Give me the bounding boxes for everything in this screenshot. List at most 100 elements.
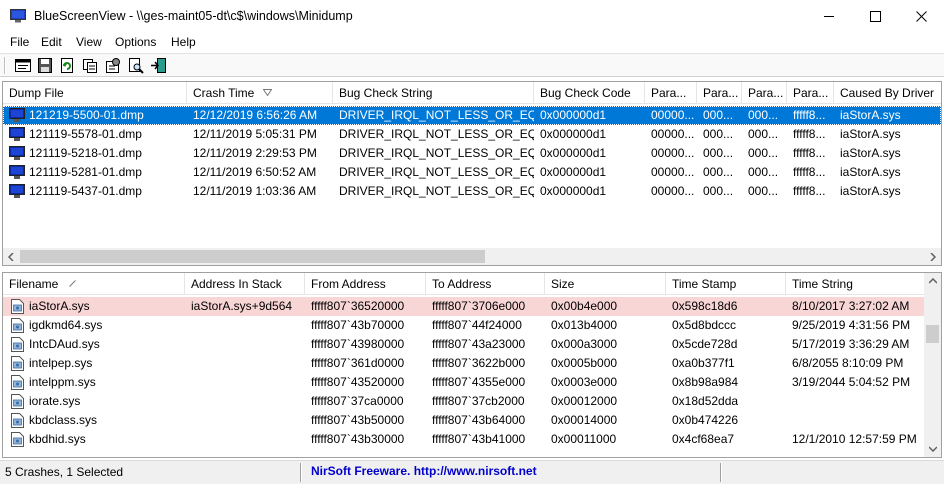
advanced-options-icon[interactable]: [104, 57, 122, 74]
cell-parameter-1: 00000...: [651, 184, 695, 198]
column-header-parameter-3[interactable]: Para...: [742, 82, 787, 104]
column-header-parameter-1[interactable]: Para...: [645, 82, 697, 104]
cell-parameter-3: 000...: [748, 184, 779, 198]
cell-time-stamp: 0x4cf68ea7: [672, 432, 735, 446]
cell-filename: kbdclass.sys: [29, 413, 98, 427]
cell-dump-file: 121119-5437-01.dmp: [29, 184, 142, 198]
driver-row[interactable]: intelpep.sys fffff807`361d0000 fffff807`36…: [3, 354, 926, 373]
driver-row[interactable]: kbdhid.sys fffff807`43b30000 fffff807`43b4…: [3, 430, 926, 449]
minimize-button[interactable]: [806, 0, 852, 32]
column-header-parameter-2[interactable]: Para...: [697, 82, 742, 104]
menu-help[interactable]: Help: [171, 35, 196, 49]
cell-time-stamp: 0x5cde728d: [672, 337, 738, 351]
cell-crash-time: 12/11/2019 5:05:31 PM: [193, 127, 317, 141]
driver-list-scroll-thumb[interactable]: [926, 325, 939, 343]
cell-address-in-stack: [187, 354, 305, 373]
driver-list-header: Filename Address In Stack From Address T…: [3, 273, 926, 295]
cell-filename: iaStorA.sys: [29, 299, 90, 313]
menu-edit[interactable]: Edit: [41, 35, 62, 49]
nirsoft-link[interactable]: NirSoft Freeware. http://www.nirsoft.net: [311, 464, 537, 478]
driver-list-vertical-scrollbar[interactable]: [924, 273, 941, 457]
crash-list-scroll-thumb[interactable]: [20, 250, 485, 263]
crash-list[interactable]: Dump File Crash Time Bug Check String Bu…: [2, 81, 942, 266]
cell-filename: IntcDAud.sys: [29, 337, 100, 351]
column-header-to-address[interactable]: To Address: [426, 273, 545, 295]
toolbar-grip: [4, 57, 6, 74]
cell-size: 0x0003e000: [551, 375, 618, 389]
driver-row[interactable]: iaStorA.sys iaStorA.sys+9d564 fffff807`365…: [3, 297, 926, 316]
scroll-left-icon[interactable]: [3, 248, 20, 265]
column-header-time-stamp[interactable]: Time Stamp: [666, 273, 786, 295]
column-header-caused-by-driver[interactable]: Caused By Driver: [834, 82, 941, 104]
window-title: BlueScreenView - \\ges-maint05-dt\c$\win…: [34, 9, 353, 23]
cell-crash-time: 12/12/2019 6:56:26 AM: [193, 108, 318, 122]
cell-to-address: fffff807`3622b000: [432, 356, 526, 370]
cell-time-string: [788, 392, 926, 411]
cell-parameter-1: 00000...: [651, 146, 695, 160]
refresh-icon[interactable]: [58, 57, 76, 74]
cell-parameter-4: fffff8...: [793, 146, 826, 160]
menu-file[interactable]: File: [10, 35, 29, 49]
scroll-up-icon[interactable]: [924, 273, 941, 290]
driver-row[interactable]: intelppm.sys fffff807`43520000 fffff807`43…: [3, 373, 926, 392]
crash-row[interactable]: 121119-5437-01.dmp 12/11/2019 1:03:36 AM D…: [3, 182, 941, 201]
close-button[interactable]: [898, 0, 944, 32]
dump-file-icon: [9, 146, 25, 161]
driver-row[interactable]: IntcDAud.sys fffff807`43980000 fffff807`43…: [3, 335, 926, 354]
cell-filename: kbdhid.sys: [29, 432, 86, 446]
column-header-address-in-stack[interactable]: Address In Stack: [185, 273, 305, 295]
menu-options[interactable]: Options: [115, 35, 156, 49]
cell-size: 0x00011000: [551, 432, 617, 446]
cell-parameter-1: 00000...: [651, 127, 695, 141]
column-header-size[interactable]: Size: [545, 273, 666, 295]
cell-parameter-2: 000...: [703, 127, 734, 141]
properties-icon[interactable]: [14, 57, 32, 74]
cell-dump-file: 121119-5281-01.dmp: [29, 165, 142, 179]
driver-row[interactable]: igdkmd64.sys fffff807`43b70000 fffff807`44…: [3, 316, 926, 335]
cell-from-address: fffff807`43520000: [311, 375, 405, 389]
cell-bug-check-code: 0x000000d1: [540, 165, 607, 179]
column-header-dump-file[interactable]: Dump File: [3, 82, 187, 104]
scroll-down-icon[interactable]: [924, 440, 941, 457]
driver-row[interactable]: kbdclass.sys fffff807`43b50000 fffff807`43…: [3, 411, 926, 430]
crash-list-horizontal-scrollbar[interactable]: [3, 248, 941, 265]
maximize-button[interactable]: [852, 0, 898, 32]
column-header-filename[interactable]: Filename: [3, 273, 185, 295]
column-header-crash-time[interactable]: Crash Time: [187, 82, 333, 104]
cell-parameter-4: fffff8...: [793, 165, 826, 179]
find-icon[interactable]: [127, 57, 145, 74]
driver-row[interactable]: iorate.sys fffff807`37ca0000 fffff807`37cb…: [3, 392, 926, 411]
title-bar[interactable]: BlueScreenView - \\ges-maint05-dt\c$\win…: [0, 0, 944, 32]
driver-list[interactable]: Filename Address In Stack From Address T…: [2, 272, 942, 458]
cell-time-stamp: 0x8b98a984: [672, 375, 739, 389]
minimize-icon: [823, 15, 834, 17]
cell-parameter-4: fffff8...: [793, 184, 826, 198]
crash-row[interactable]: 121119-5281-01.dmp 12/11/2019 6:50:52 AM D…: [3, 163, 941, 182]
sort-ascending-icon: [69, 280, 76, 287]
copy-icon[interactable]: [81, 57, 99, 74]
crash-row[interactable]: 121119-5578-01.dmp 12/11/2019 5:05:31 PM D…: [3, 125, 941, 144]
column-header-bug-check-string[interactable]: Bug Check String: [333, 82, 534, 104]
maximize-icon: [869, 10, 881, 22]
cell-bug-check-string: DRIVER_IRQL_NOT_LESS_OR_EQUAL: [339, 146, 534, 160]
sort-descending-icon: [263, 89, 272, 96]
menu-view[interactable]: View: [76, 35, 102, 49]
cell-address-in-stack: [187, 373, 305, 392]
save-icon[interactable]: [36, 57, 54, 74]
cell-address-in-stack: [187, 392, 305, 411]
cell-to-address: fffff807`4355e000: [432, 375, 526, 389]
column-header-bug-check-code[interactable]: Bug Check Code: [534, 82, 645, 104]
exit-icon[interactable]: [150, 57, 168, 74]
scroll-right-icon[interactable]: [924, 248, 941, 265]
column-header-from-address[interactable]: From Address: [305, 273, 426, 295]
bluescreenview-window: BlueScreenView - \\ges-maint05-dt\c$\win…: [0, 0, 944, 484]
column-header-time-string[interactable]: Time String: [786, 273, 926, 295]
toolbar: [0, 53, 944, 77]
cell-crash-time: 12/11/2019 1:03:36 AM: [193, 184, 317, 198]
crash-row[interactable]: 121119-5218-01.dmp 12/11/2019 2:29:53 PM D…: [3, 144, 941, 163]
dump-file-icon: [9, 165, 25, 180]
crash-row[interactable]: 121219-5500-01.dmp 12/12/2019 6:56:26 AM D…: [3, 106, 941, 125]
column-header-parameter-4[interactable]: Para...: [787, 82, 834, 104]
status-summary: 5 Crashes, 1 Selected: [5, 465, 124, 479]
cell-time-string: 9/25/2019 4:31:56 PM: [792, 318, 911, 332]
